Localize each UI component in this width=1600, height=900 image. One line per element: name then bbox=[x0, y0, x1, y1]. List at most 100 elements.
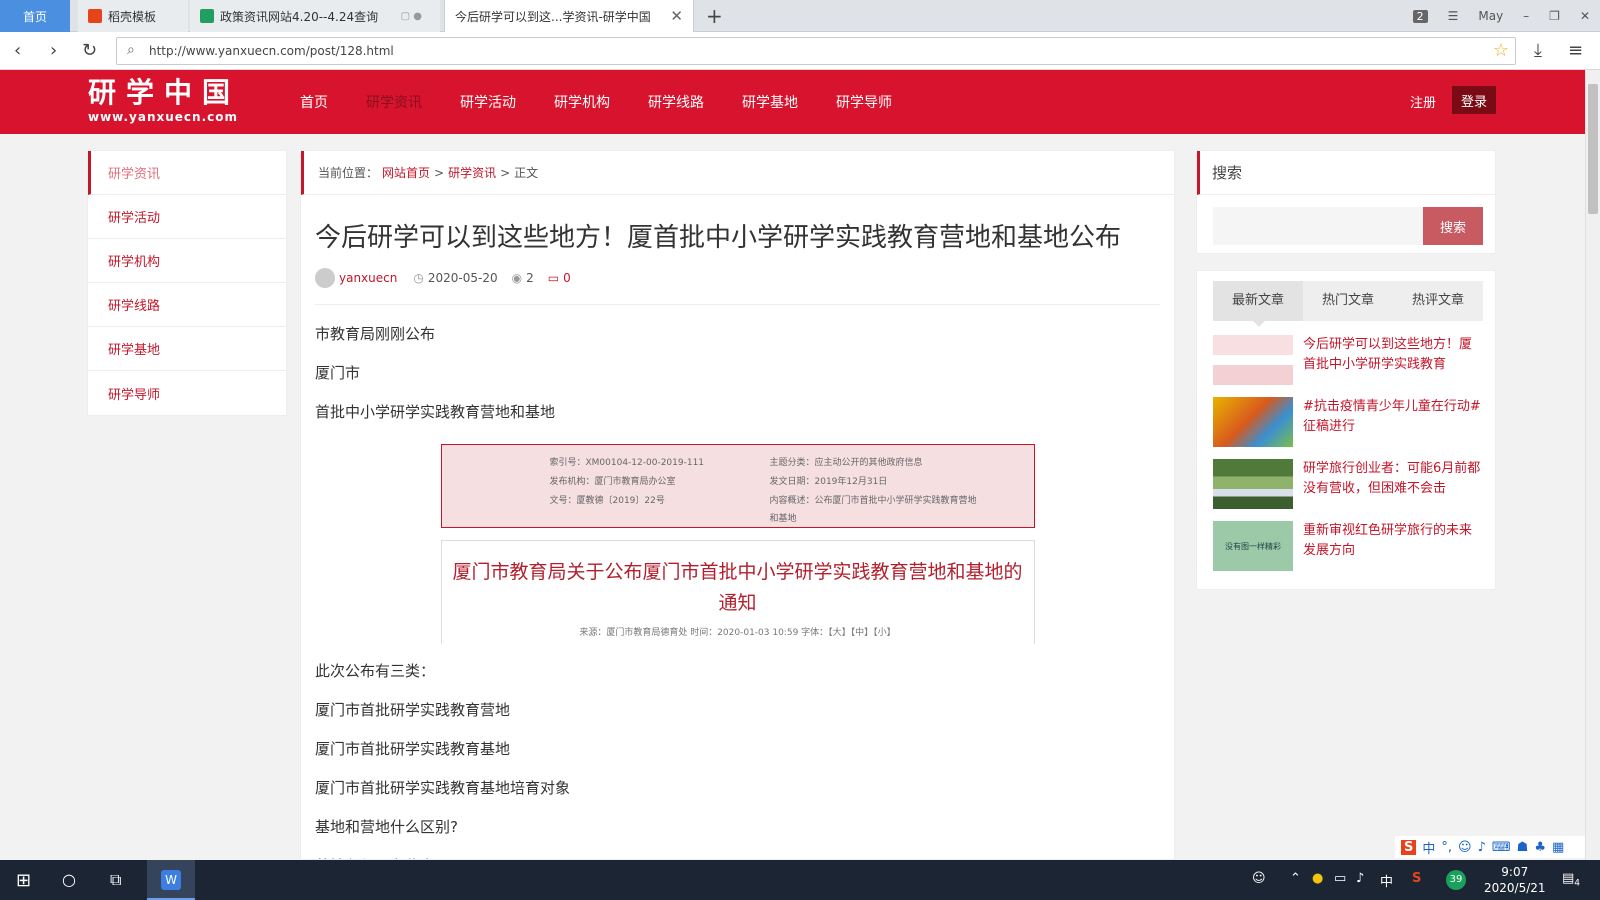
nav-mentors[interactable]: 研学导师 bbox=[836, 92, 892, 112]
mic-icon[interactable]: ♪ bbox=[1478, 840, 1486, 855]
new-tab-button[interactable]: + bbox=[706, 4, 723, 28]
sogou-tray-icon[interactable]: S bbox=[1412, 871, 1421, 886]
close-window-icon[interactable]: ✕ bbox=[1580, 9, 1590, 23]
back-icon[interactable]: ‹ bbox=[14, 40, 21, 61]
task-view-icon[interactable]: ⧉ bbox=[110, 870, 121, 890]
page-scrollbar[interactable] bbox=[1585, 70, 1600, 860]
nav-activities[interactable]: 研学活动 bbox=[460, 92, 516, 112]
ime-toolbar[interactable]: S 中 °, ☺ ♪ ⌨ ☗ ♣ ▦ bbox=[1395, 836, 1585, 858]
people-icon[interactable]: ☺ bbox=[1252, 871, 1266, 886]
comment-icon[interactable]: ▭ bbox=[548, 271, 559, 285]
windows-start-icon[interactable]: ⊞ bbox=[16, 870, 31, 891]
temperature-badge[interactable]: 39 bbox=[1446, 870, 1466, 890]
wps-taskbar-button[interactable]: W bbox=[147, 860, 195, 900]
tab-latest[interactable]: 最新文章 bbox=[1213, 281, 1303, 327]
window-controls: 2 ☰ May – ❐ ✕ bbox=[1403, 0, 1600, 32]
user-icon[interactable]: ☗ bbox=[1517, 840, 1529, 855]
menu-icon[interactable]: ≡ bbox=[1568, 40, 1583, 61]
comment-count[interactable]: 0 bbox=[563, 271, 571, 285]
tab-current[interactable]: 今后研学可以到这...学资讯-研学中国 ✕ bbox=[444, 0, 694, 32]
keyboard-icon[interactable]: ⌨ bbox=[1492, 840, 1511, 855]
user-name[interactable]: May bbox=[1478, 9, 1503, 23]
tab-popular[interactable]: 热门文章 bbox=[1303, 281, 1393, 321]
tab-label: 政策资讯网站4.20--4.24查询 bbox=[220, 9, 379, 24]
tray-language[interactable]: 中 bbox=[1380, 871, 1393, 890]
post-title[interactable]: #抗击疫情青少年儿童在行动#征稿进行 bbox=[1303, 397, 1483, 439]
grid-icon[interactable]: ▦ bbox=[1552, 840, 1564, 855]
refresh-icon[interactable]: ↻ bbox=[82, 40, 97, 61]
search-button[interactable]: 搜索 bbox=[1423, 207, 1483, 245]
view-count: 2 bbox=[526, 271, 534, 285]
clock-icon: ◷ bbox=[413, 271, 424, 285]
breadcrumb-home[interactable]: 网站首页 bbox=[382, 164, 430, 181]
logo-cn: 研学中国 bbox=[88, 76, 241, 109]
emoji-icon[interactable]: ☺ bbox=[1458, 840, 1472, 855]
tab-daoke[interactable]: 稻壳模板 bbox=[78, 0, 188, 32]
post-title[interactable]: 研学旅行创业者：可能6月前都没有营收，但困难不会击 bbox=[1303, 459, 1483, 501]
nav-institutions[interactable]: 研学机构 bbox=[554, 92, 610, 112]
ime-language[interactable]: 中 bbox=[1422, 838, 1435, 857]
volume-icon[interactable]: ♪ bbox=[1356, 871, 1364, 886]
address-bar[interactable]: ⌕ http://www.yanxuecn.com/post/128.html … bbox=[116, 37, 1516, 65]
star-icon[interactable]: ☆ bbox=[1493, 40, 1509, 61]
nav-bases[interactable]: 研学基地 bbox=[742, 92, 798, 112]
search-title: 搜索 bbox=[1197, 151, 1495, 195]
url-text[interactable]: http://www.yanxuecn.com/post/128.html bbox=[149, 44, 394, 58]
restore-icon[interactable]: ❐ bbox=[1549, 9, 1560, 23]
sidebar-item-bases[interactable]: 研学基地 bbox=[88, 327, 286, 371]
sidebar-item-activities[interactable]: 研学活动 bbox=[88, 195, 286, 239]
list-item[interactable]: #抗击疫情青少年儿童在行动#征稿进行 bbox=[1213, 397, 1483, 447]
doc-summary-cont: 和基地 bbox=[769, 514, 797, 524]
list-item[interactable]: 研学旅行创业者：可能6月前都没有营收，但困难不会击 bbox=[1213, 459, 1483, 509]
download-icon[interactable]: ⤓ bbox=[1534, 40, 1542, 61]
post-thumbnail[interactable] bbox=[1213, 459, 1293, 509]
scrollbar-thumb[interactable] bbox=[1588, 84, 1598, 214]
sidebar-item-routes[interactable]: 研学线路 bbox=[88, 283, 286, 327]
minimize-icon[interactable]: – bbox=[1523, 9, 1529, 23]
system-clock[interactable]: 9:07 2020/5/21 bbox=[1484, 864, 1546, 896]
tab-home[interactable]: 首页 bbox=[0, 0, 70, 32]
skin-icon[interactable]: ♣ bbox=[1534, 840, 1546, 855]
security-icon[interactable]: ● bbox=[1312, 871, 1323, 886]
clock-date: 2020/5/21 bbox=[1484, 881, 1546, 895]
tab-count-badge[interactable]: 2 bbox=[1412, 9, 1428, 23]
sidebar-item-institutions[interactable]: 研学机构 bbox=[88, 239, 286, 283]
doc-summary: 内容概述：公布厦门市首批中小学研学实践教育营地 bbox=[769, 496, 977, 506]
sidebar-item-mentors[interactable]: 研学导师 bbox=[88, 371, 286, 415]
doc-number: 文号：厦教德〔2019〕22号 bbox=[549, 496, 665, 506]
author-link[interactable]: yanxuecn bbox=[339, 271, 397, 285]
nav-research-news[interactable]: 研学资讯 bbox=[366, 92, 422, 112]
doc-heading-line2: 通知 bbox=[718, 592, 757, 614]
post-thumbnail[interactable] bbox=[1213, 335, 1293, 385]
close-icon[interactable]: ✕ bbox=[670, 7, 683, 25]
article-title: 今后研学可以到这些地方！厦首批中小学研学实践教育营地和基地公布 bbox=[315, 223, 1122, 253]
network-icon[interactable]: ▭ bbox=[1334, 871, 1346, 886]
chevron-up-icon[interactable]: ⌃ bbox=[1290, 871, 1301, 886]
register-link[interactable]: 注册 bbox=[1410, 92, 1436, 111]
document-info-table: 索引号：XM00104-12-00-2019-111 主题分类：应主动公开的其他… bbox=[440, 444, 1035, 528]
post-title[interactable]: 今后研学可以到这些地方！厦首批中小学研学实践教育 bbox=[1303, 335, 1483, 377]
tab-most-commented[interactable]: 热评文章 bbox=[1393, 281, 1483, 321]
list-item[interactable]: 今后研学可以到这些地方！厦首批中小学研学实践教育 bbox=[1213, 335, 1483, 385]
nav-home[interactable]: 首页 bbox=[300, 92, 328, 112]
menu-icon[interactable]: ☰ bbox=[1448, 9, 1459, 23]
punctuation-icon[interactable]: °, bbox=[1441, 840, 1452, 855]
post-thumbnail[interactable]: 没有图一样精彩 bbox=[1213, 521, 1293, 571]
notification-icon[interactable]: ▤4 bbox=[1562, 871, 1580, 889]
article-paragraph: 基地和营地什么区别? bbox=[315, 818, 458, 836]
breadcrumb-category[interactable]: 研学资讯 bbox=[448, 164, 496, 181]
nav-routes[interactable]: 研学线路 bbox=[648, 92, 704, 112]
sidebar-item-news[interactable]: 研学资讯 bbox=[88, 151, 286, 195]
forward-icon[interactable]: › bbox=[50, 40, 57, 61]
sogou-icon[interactable]: S bbox=[1401, 839, 1417, 855]
post-title[interactable]: 重新审视红色研学旅行的未来发展方向 bbox=[1303, 521, 1483, 563]
cortana-icon[interactable]: ○ bbox=[62, 870, 76, 889]
tab-policy[interactable]: 政策资讯网站4.20--4.24查询 ▢ ● bbox=[190, 0, 440, 32]
list-item[interactable]: 没有图一样精彩 重新审视红色研学旅行的未来发展方向 bbox=[1213, 521, 1483, 571]
breadcrumb-sep: > bbox=[434, 165, 445, 180]
login-button[interactable]: 登录 bbox=[1452, 86, 1496, 114]
post-thumbnail[interactable] bbox=[1213, 397, 1293, 447]
address-row: ‹ › ↻ ⌕ http://www.yanxuecn.com/post/128… bbox=[0, 32, 1600, 70]
site-logo[interactable]: 研学中国 www.yanxuecn.com bbox=[88, 76, 241, 125]
search-input[interactable] bbox=[1213, 207, 1423, 245]
